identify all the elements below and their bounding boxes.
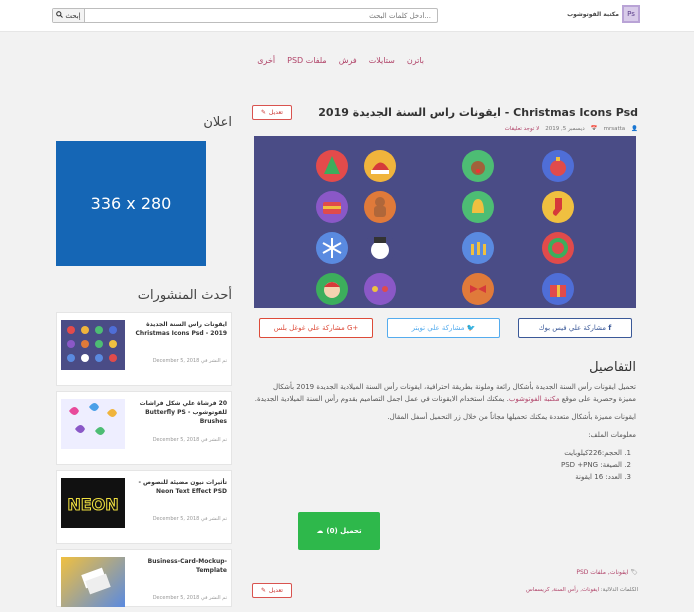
search-input[interactable]	[85, 9, 437, 22]
nav-item-patterns[interactable]: باترن	[407, 56, 424, 65]
logo-icon: Ps	[622, 5, 640, 23]
post-tags: 🏷 ايقونات, ملفات PSD	[576, 569, 638, 576]
cloud-download-icon: ☁	[316, 527, 324, 535]
gingerbread-icon	[364, 191, 396, 223]
user-icon: 👤	[631, 126, 638, 132]
details-text: . يمكنك استخدام الايقونات في عمل اجمل ال…	[254, 395, 509, 403]
reindeer-icon	[462, 150, 494, 182]
candles-icon	[462, 232, 494, 264]
file-info-label: معلومات الملف:	[588, 431, 636, 439]
post-thumbnail	[61, 557, 125, 607]
recent-post-date: تم النشر في December 5, 2018	[152, 595, 227, 601]
edit-button-bottom[interactable]: ✎ تعديل	[252, 583, 292, 598]
file-format: الصيغة: PSD +PNG	[254, 459, 622, 471]
nav-item-psd[interactable]: ملفات PSD	[287, 56, 327, 65]
download-label: تحميل (0)	[326, 527, 362, 535]
twitter-icon: 🐦	[466, 324, 476, 332]
details-heading: التفاصيل	[589, 360, 636, 375]
recent-post-title[interactable]: ايقونات راس السنة الجديدة 2019 - Christm…	[131, 320, 227, 338]
snowman-icon	[364, 232, 396, 264]
svg-text:NEON: NEON	[67, 495, 118, 514]
post-thumbnail	[61, 399, 125, 449]
nav-item-styles[interactable]: ستايلات	[369, 56, 395, 65]
recent-post-card[interactable]: ايقونات راس السنة الجديدة 2019 - Christm…	[56, 312, 232, 386]
top-bar: إبحث مكتبة الفوتوشوب Ps	[0, 0, 694, 32]
edit-button[interactable]: ✎ تعديل	[252, 105, 292, 120]
ad-heading: اعلان	[203, 115, 232, 130]
nav-item-other[interactable]: أخرى	[257, 56, 275, 65]
present-icon	[542, 273, 574, 305]
file-info-list: الحجم:226كيلوبايت الصيغة: PSD +PNG العدد…	[254, 447, 636, 483]
edit-label: تعديل	[269, 587, 283, 594]
download-button[interactable]: ☁ تحميل (0)	[298, 512, 380, 550]
post-title: ايقونات راس السنة الجديدة 2019 - Christm…	[318, 106, 638, 119]
site-logo[interactable]: مكتبة الفوتوشوب Ps	[567, 5, 640, 23]
recent-post-title[interactable]: Business-Card-Mockup-Template	[131, 557, 227, 575]
tags-links[interactable]: ايقونات, ملفات PSD	[576, 569, 628, 576]
file-count: العدد: 16 ايقونة	[254, 471, 622, 483]
post-thumbnail	[61, 320, 125, 370]
ad-banner[interactable]: 336 x 280	[56, 141, 206, 266]
recent-post-title[interactable]: 20 فرشاة علي شكل فراشات للفوتوشوب - Butt…	[131, 399, 227, 426]
ribbon-icon	[462, 273, 494, 305]
post-featured-image	[254, 136, 636, 308]
logo-text: مكتبة الفوتوشوب	[567, 10, 619, 18]
wreath-icon	[542, 232, 574, 264]
details-paragraph-1: تحميل ايقونات رأس السنة الجديدة بأشكال ر…	[254, 381, 636, 405]
christmas-lights-icon	[364, 273, 396, 305]
ornament-icon	[542, 150, 574, 182]
search-button[interactable]: إبحث	[53, 9, 85, 22]
site-link[interactable]: مكتبة الفوتوشوب	[509, 395, 560, 403]
share-google-label: مشاركة علي غوغل بلس	[273, 324, 345, 332]
recent-post-card[interactable]: Business-Card-Mockup-Template تم النشر ف…	[56, 549, 232, 607]
share-google-button[interactable]: مشاركة علي غوغل بلس G+	[259, 318, 373, 338]
post-details: التفاصيل تحميل ايقونات رأس السنة الجديدة…	[254, 360, 636, 493]
file-size: الحجم:226كيلوبايت	[254, 447, 622, 459]
santa-hat-icon	[364, 150, 396, 182]
recent-post-card[interactable]: 20 فرشاة علي شكل فراشات للفوتوشوب - Butt…	[56, 391, 232, 465]
search-icon	[56, 11, 64, 20]
ad-size-label: 336 x 280	[90, 194, 172, 213]
snowflake-icon	[316, 232, 348, 264]
google-plus-icon: G+	[346, 324, 359, 332]
tag-icon: 🏷	[630, 569, 638, 576]
share-facebook-label: مشاركة علي فيس بوك	[538, 324, 607, 332]
edit-label: تعديل	[269, 109, 283, 116]
gift-card-icon	[316, 191, 348, 223]
main-nav: باترن ستايلات فرش ملفات PSD أخرى	[257, 56, 424, 65]
search-form: إبحث	[52, 8, 438, 23]
share-twitter-button[interactable]: مشاركة علي تويتر 🐦	[387, 318, 500, 338]
recent-post-card[interactable]: NEON تأثيرات نيون مضيئة للنصوص - Neon Te…	[56, 470, 232, 544]
nav-item-brushes[interactable]: فرش	[339, 56, 357, 65]
share-facebook-button[interactable]: مشاركة علي فيس بوك f	[518, 318, 632, 338]
santa-icon	[316, 273, 348, 305]
calendar-icon: 📅	[590, 126, 598, 132]
recent-post-date: تم النشر في December 5, 2018	[152, 516, 227, 522]
recent-post-title[interactable]: تأثيرات نيون مضيئة للنصوص - Neon Text Ef…	[131, 478, 227, 496]
recent-posts-heading: أحدث المنشورات	[137, 288, 232, 303]
facebook-icon: f	[608, 324, 612, 332]
keywords-links[interactable]: ايقونات, رأس السنة, كريسماس	[526, 587, 599, 593]
post-date: ديسمبر 5, 2019	[545, 126, 585, 132]
pencil-icon: ✎	[261, 587, 267, 594]
stocking-icon	[542, 191, 574, 223]
share-twitter-label: مشاركة علي تويتر	[411, 324, 465, 332]
post-thumbnail: NEON	[61, 478, 125, 528]
christmas-tree-icon	[316, 150, 348, 182]
recent-post-date: تم النشر في December 5, 2018	[152, 358, 227, 364]
search-button-label: إبحث	[65, 11, 81, 20]
keywords-label: الكلمات الدلالية:	[600, 587, 638, 593]
post-comments[interactable]: لا توجد تعليقات	[505, 126, 540, 132]
bell-icon	[462, 191, 494, 223]
post-meta: 👤 mrsatta 📅 ديسمبر 5, 2019 لا توجد تعليق…	[505, 126, 638, 132]
post-author[interactable]: mrsatta	[604, 126, 626, 132]
recent-post-date: تم النشر في December 5, 2018	[152, 437, 227, 443]
details-paragraph-2: ايقونات مميزة بأشكال متعددة يمكنك تحميله…	[387, 413, 636, 421]
pencil-icon: ✎	[261, 109, 267, 116]
post-keywords: الكلمات الدلالية: ايقونات, رأس السنة, كر…	[526, 587, 638, 593]
